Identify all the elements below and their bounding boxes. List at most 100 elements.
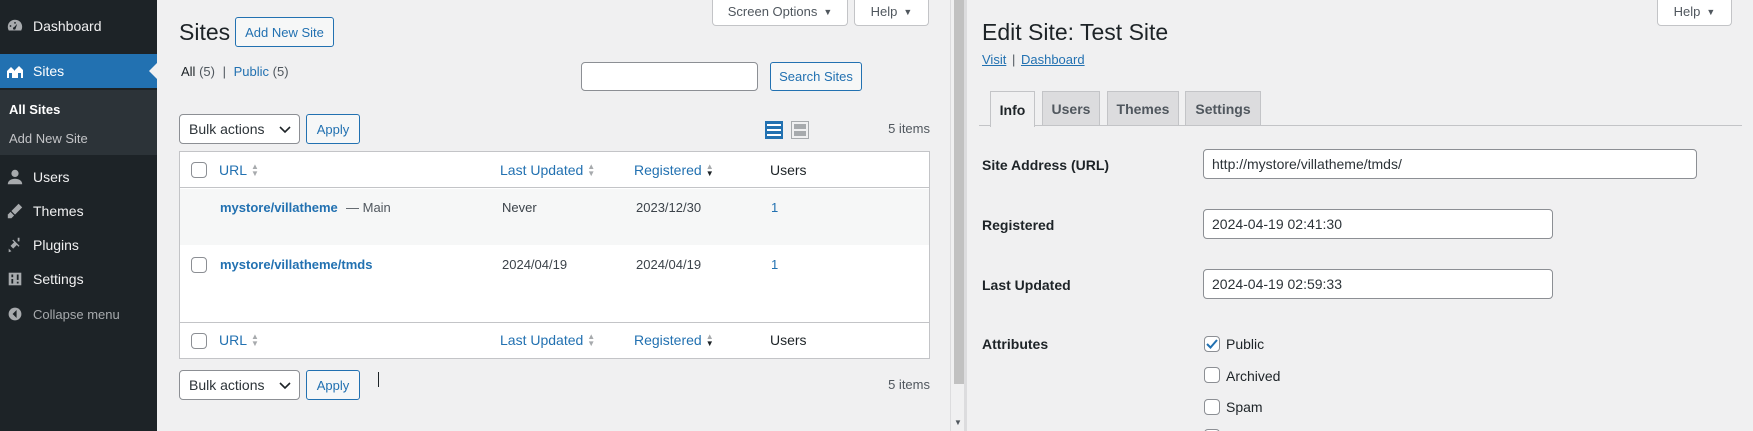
admin-sidebar: Dashboard Sites All Sites Add New Site U… (0, 0, 157, 431)
sidebar-item-themes[interactable]: Themes (0, 194, 157, 228)
help-button-right[interactable]: Help ▼ (1657, 0, 1732, 26)
column-last-updated-label: Last Updated (500, 332, 584, 348)
dashboard-link[interactable]: Dashboard (1021, 52, 1085, 67)
visit-link[interactable]: Visit (982, 52, 1006, 67)
sort-icon: ▲ ▼ (251, 332, 259, 348)
tab-settings[interactable]: Settings (1185, 91, 1261, 125)
archived-checkbox[interactable] (1204, 367, 1220, 383)
sort-desc-icon: ▲ ▼ (705, 332, 714, 348)
sidebar-item-label: Settings (33, 271, 84, 287)
select-all-checkbox-footer[interactable] (191, 333, 207, 349)
bulk-actions-select-top[interactable]: Bulk actions (179, 114, 300, 144)
table-footer: URL ▲ ▼ Last Updated ▲ ▼ Registered ▲ ▼ Use… (180, 322, 929, 358)
items-count-top: 5 items (888, 121, 930, 136)
bulk-actions-select-bottom[interactable]: Bulk actions (179, 370, 300, 400)
filter-all-count: (5) (199, 64, 215, 79)
page-title: Sites (179, 19, 231, 45)
site-address-field[interactable]: http://mystore/villatheme/tmds/ (1203, 149, 1697, 179)
sidebar-item-label: Plugins (33, 237, 79, 253)
apply-button-bottom[interactable]: Apply (306, 370, 360, 400)
sites-table: URL ▲ ▼ Last Updated ▲ ▼ Registered ▲ ▼ Use… (179, 151, 930, 359)
last-updated-field[interactable]: 2024-04-19 02:59:33 (1203, 269, 1553, 299)
sidebar-item-sites[interactable]: Sites (0, 54, 157, 88)
tab-info[interactable]: Info (990, 91, 1035, 127)
table-row: mystore/villatheme — Main Never 2023/12/… (180, 189, 929, 245)
sites-submenu: All Sites Add New Site (0, 90, 157, 155)
users-count-link[interactable]: 1 (771, 257, 778, 272)
column-registered-label: Registered (634, 332, 702, 348)
checkmark-icon (1206, 339, 1218, 349)
search-sites-button[interactable]: Search Sites (770, 62, 862, 91)
collapse-menu-button[interactable]: Collapse menu (0, 297, 157, 331)
column-last-updated-footer[interactable]: Last Updated ▲ ▼ (500, 332, 595, 348)
tab-users[interactable]: Users (1042, 91, 1100, 125)
caret-down-icon: ▼ (903, 6, 913, 17)
column-url-label: URL (219, 162, 248, 178)
themes-icon (5, 201, 25, 221)
help-button-left[interactable]: Help ▼ (854, 0, 929, 26)
edit-site-pane: Help ▼ Edit Site: Test Site Visit | Dash… (967, 0, 1753, 431)
submenu-add-new-site[interactable]: Add New Site (9, 131, 88, 146)
sort-icon: ▲ ▼ (251, 162, 259, 178)
column-registered[interactable]: Registered ▲ ▼ (634, 162, 714, 178)
site-address-label: Site Address (URL) (982, 157, 1110, 173)
sites-list-pane: Screen Options ▼ Help ▼ Sites Add New Si… (157, 0, 950, 431)
row-checkbox[interactable] (191, 257, 207, 273)
apply-button-top[interactable]: Apply (306, 114, 360, 144)
add-new-site-button[interactable]: Add New Site (235, 17, 334, 47)
page-title: Edit Site: Test Site (982, 19, 1169, 45)
site-url-link[interactable]: mystore/villatheme/tmds (220, 257, 372, 272)
filter-public-count: (5) (272, 64, 289, 79)
sort-icon: ▲ ▼ (587, 162, 596, 178)
sidebar-item-users[interactable]: Users (0, 160, 157, 194)
scrollbar-thumb[interactable] (954, 0, 964, 384)
plugins-icon (5, 235, 25, 255)
links-separator: | (1011, 52, 1016, 67)
spam-checkbox[interactable] (1204, 399, 1220, 415)
column-users-footer: Users (770, 332, 807, 348)
archived-label: Archived (1226, 368, 1281, 384)
scroll-down-arrow-icon[interactable]: ▼ (954, 418, 962, 427)
site-url-link[interactable]: mystore/villatheme (220, 200, 338, 215)
submenu-all-sites[interactable]: All Sites (9, 102, 60, 117)
caret-down-icon: ▼ (1706, 6, 1716, 17)
list-view-icon[interactable] (765, 121, 783, 142)
dashboard-icon (5, 16, 25, 36)
sidebar-item-plugins[interactable]: Plugins (0, 228, 157, 262)
chevron-down-icon (279, 121, 291, 137)
collapse-icon (5, 304, 25, 324)
bulk-actions-value: Bulk actions (189, 121, 265, 137)
chevron-down-icon (279, 377, 291, 393)
users-count-link[interactable]: 1 (771, 200, 778, 215)
last-updated-cell: Never (502, 200, 537, 215)
column-url-footer[interactable]: URL ▲ ▼ (219, 332, 259, 348)
items-count-bottom: 5 items (888, 377, 930, 392)
sidebar-item-label: Dashboard (33, 18, 102, 34)
sidebar-item-settings[interactable]: Settings (0, 262, 157, 296)
table-header: URL ▲ ▼ Last Updated ▲ ▼ Registered ▲ ▼ Use… (180, 152, 929, 188)
last-updated-cell: 2024/04/19 (502, 257, 568, 272)
column-last-updated[interactable]: Last Updated ▲ ▼ (500, 162, 595, 178)
column-registered-footer[interactable]: Registered ▲ ▼ (634, 332, 714, 348)
column-url[interactable]: URL ▲ ▼ (219, 162, 259, 178)
spam-label: Spam (1226, 399, 1263, 415)
tab-themes[interactable]: Themes (1107, 91, 1179, 125)
screen-options-button[interactable]: Screen Options ▼ (712, 0, 848, 26)
filter-separator: | (222, 64, 226, 79)
help-label: Help (870, 4, 898, 19)
sidebar-item-dashboard[interactable]: Dashboard (0, 9, 157, 43)
sidebar-item-label: Themes (33, 203, 84, 219)
sites-icon (5, 61, 25, 81)
screen-options-label: Screen Options (727, 4, 818, 19)
caret-down-icon: ▼ (823, 6, 833, 17)
filter-public[interactable]: Public (234, 64, 269, 79)
column-users: Users (770, 162, 807, 178)
search-input[interactable] (581, 62, 758, 91)
registered-field[interactable]: 2024-04-19 02:41:30 (1203, 209, 1553, 239)
sidebar-item-label: Users (33, 169, 70, 185)
filter-all[interactable]: All (181, 64, 195, 79)
select-all-checkbox[interactable] (191, 162, 207, 178)
sidebar-item-label: Sites (33, 63, 65, 79)
sort-icon: ▲ ▼ (587, 332, 596, 348)
public-checkbox[interactable] (1204, 336, 1220, 352)
